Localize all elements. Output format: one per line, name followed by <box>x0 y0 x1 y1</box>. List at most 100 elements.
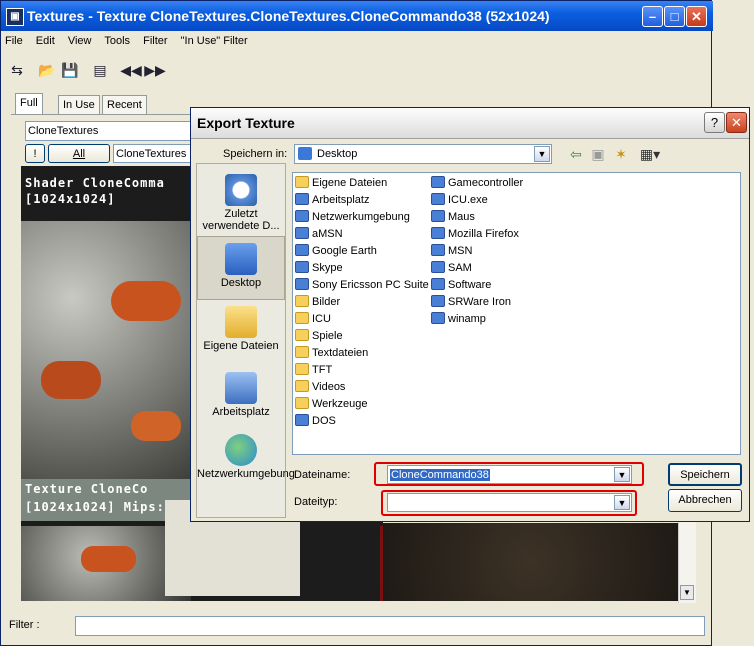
all-button[interactable]: All <box>48 144 110 163</box>
file-item[interactable]: ICU.exe <box>431 192 523 209</box>
chevron-down-icon[interactable]: ▼ <box>614 495 630 510</box>
back-icon[interactable]: ⇦ <box>567 145 585 163</box>
texture-detail <box>81 546 136 572</box>
filetype-select[interactable]: ▼ <box>387 493 632 512</box>
menu-file[interactable]: File <box>5 35 23 47</box>
file-item[interactable]: Werkzeuge <box>295 396 429 413</box>
file-item-label: Bilder <box>312 296 341 308</box>
file-item[interactable]: Google Earth <box>295 243 429 260</box>
file-item[interactable]: Netzwerkumgebung <box>295 209 429 226</box>
desktop-icon <box>225 243 257 275</box>
dialog-close-icon[interactable]: ✕ <box>726 112 747 133</box>
place-recent-label: Zuletzt verwendete D... <box>202 208 280 232</box>
file-item-label: Spiele <box>312 330 343 342</box>
desktop-small-icon <box>298 147 312 160</box>
file-item[interactable]: Videos <box>295 379 429 396</box>
file-item[interactable]: Spiele <box>295 328 429 345</box>
file-item[interactable]: DOS <box>295 413 429 430</box>
chevron-down-icon[interactable]: ▼ <box>614 467 630 482</box>
menu-tools[interactable]: Tools <box>104 35 130 47</box>
file-list[interactable]: Eigene Dateien Arbeitsplatz Netzwerkumgebu… <box>292 172 741 455</box>
tab-recent[interactable]: Recent <box>102 95 147 115</box>
tab-full[interactable]: Full <box>15 93 43 115</box>
file-item[interactable]: ICU <box>295 311 429 328</box>
package-combo[interactable]: CloneTextures <box>25 121 195 141</box>
shader-name-top: Shader CloneComma <box>25 176 165 190</box>
computer-icon <box>225 372 257 404</box>
file-item[interactable]: Software <box>431 277 523 294</box>
file-item[interactable]: Mozilla Firefox <box>431 226 523 243</box>
file-item-label: Google Earth <box>312 245 377 257</box>
tab-in-use[interactable]: In Use <box>58 95 100 115</box>
file-item-label: MSN <box>448 245 473 257</box>
place-documents-label: Eigene Dateien <box>203 340 279 352</box>
filetype-label: Dateityp: <box>294 496 338 508</box>
close-icon[interactable]: ✕ <box>686 6 707 27</box>
file-item-label: Maus <box>448 211 475 223</box>
folder-icon <box>295 295 309 307</box>
filename-label: Dateiname: <box>294 469 351 481</box>
chevron-down-icon[interactable]: ▼ <box>534 146 550 162</box>
refresh-icon[interactable]: ⇆ <box>6 59 28 81</box>
file-item[interactable]: Eigene Dateien <box>295 175 429 192</box>
next-icon[interactable]: ▶▶ <box>144 59 166 81</box>
dialog-title-bar[interactable]: Export Texture ? ✕ <box>191 108 749 139</box>
up-folder-icon[interactable]: ▣ <box>589 145 607 163</box>
place-desktop[interactable]: Desktop <box>197 236 285 300</box>
file-item[interactable]: winamp <box>431 311 523 328</box>
save-in-label: Speichern in: <box>223 148 288 160</box>
file-item[interactable]: Gamecontroller <box>431 175 523 192</box>
file-item[interactable]: Bilder <box>295 294 429 311</box>
file-item-label: SAM <box>448 262 472 274</box>
main-title-bar[interactable]: ▣ Textures - Texture CloneTextures.Clone… <box>1 1 713 31</box>
file-item[interactable]: Arbeitsplatz <box>295 192 429 209</box>
filter-input[interactable] <box>75 616 705 636</box>
scroll-down-icon[interactable]: ▼ <box>680 585 694 600</box>
filename-input[interactable]: CloneCommando38 ▼ <box>387 465 632 484</box>
save-in-combo[interactable]: Desktop ▼ <box>294 144 552 164</box>
properties-icon[interactable]: ▤ <box>89 59 111 81</box>
file-item[interactable]: Sony Ericsson PC Suite <box>295 277 429 294</box>
folder-icon <box>295 397 309 409</box>
shortcut-icon <box>295 414 309 426</box>
shortcut-icon <box>295 227 309 239</box>
folder-icon <box>295 312 309 324</box>
file-item[interactable]: TFT <box>295 362 429 379</box>
place-documents[interactable]: Eigene Dateien <box>197 306 285 352</box>
shortcut-icon <box>431 278 445 290</box>
file-item[interactable]: SAM <box>431 260 523 277</box>
shortcut-icon <box>431 227 445 239</box>
help-icon[interactable]: ? <box>704 112 725 133</box>
file-item[interactable]: aMSN <box>295 226 429 243</box>
menu-filter[interactable]: Filter <box>143 35 167 47</box>
menu-edit[interactable]: Edit <box>36 35 55 47</box>
open-folder-icon[interactable]: 📂 <box>36 59 58 81</box>
file-item-label: DOS <box>312 415 336 427</box>
save-icon[interactable]: 💾 <box>59 59 81 81</box>
file-item[interactable]: MSN <box>431 243 523 260</box>
texture-detail <box>41 361 101 399</box>
file-item[interactable]: SRWare Iron <box>431 294 523 311</box>
group-combo[interactable]: CloneTextures <box>113 144 195 163</box>
maximize-icon[interactable]: □ <box>664 6 685 27</box>
save-button[interactable]: Speichern <box>668 463 742 486</box>
shortcut-icon <box>295 278 309 290</box>
cancel-button[interactable]: Abbrechen <box>668 489 742 512</box>
file-item[interactable]: Textdateien <box>295 345 429 362</box>
file-item[interactable]: Maus <box>431 209 523 226</box>
prev-icon[interactable]: ◀◀ <box>120 59 142 81</box>
menu-view[interactable]: View <box>68 35 92 47</box>
place-network[interactable]: Netzwerkumgebung <box>197 434 295 480</box>
file-item[interactable]: Skype <box>295 260 429 277</box>
bang-button[interactable]: ! <box>25 144 45 163</box>
new-folder-icon[interactable]: ✶ <box>612 145 630 163</box>
file-item-label: Arbeitsplatz <box>312 194 370 206</box>
file-item-label: Netzwerkumgebung <box>312 211 410 223</box>
menu-in-use-filter[interactable]: "In Use" Filter <box>181 35 248 47</box>
file-item-label: Sony Ericsson PC Suite <box>312 279 429 291</box>
view-menu-icon[interactable]: ▦▾ <box>636 145 664 163</box>
place-computer[interactable]: Arbeitsplatz <box>197 372 285 418</box>
place-recent[interactable]: Zuletzt verwendete D... <box>197 174 285 232</box>
file-item-label: Textdateien <box>312 347 369 359</box>
minimize-icon[interactable]: – <box>642 6 663 27</box>
